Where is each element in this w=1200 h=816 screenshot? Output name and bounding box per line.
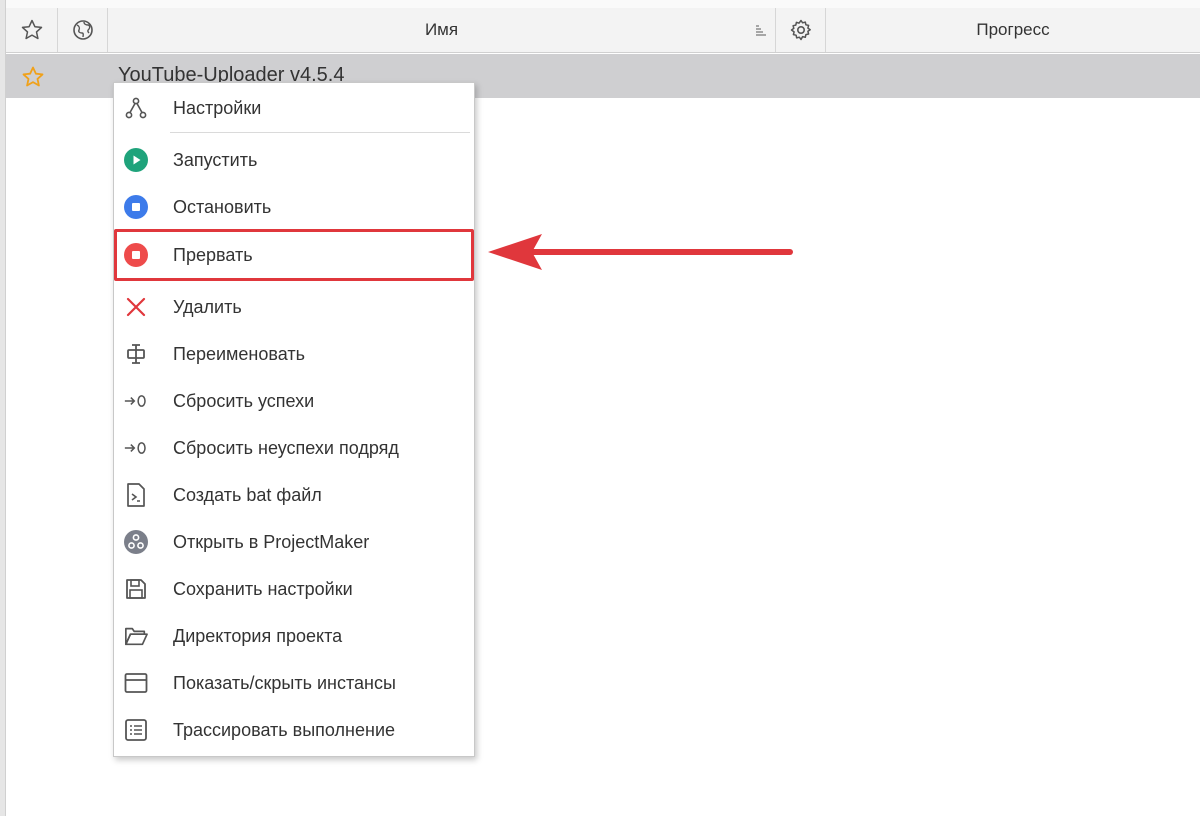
menu-item-rename[interactable]: Переименовать <box>114 332 474 376</box>
menu-item-label: Сохранить настройки <box>173 579 353 599</box>
stop-icon <box>124 195 148 219</box>
sort-icon <box>755 24 767 36</box>
menu-item-project-directory[interactable]: Директория проекта <box>114 614 474 658</box>
window-left-border <box>0 0 6 816</box>
menu-item-label: Открыть в ProjectMaker <box>173 532 370 552</box>
menu-item-label: Сбросить неуспехи подряд <box>173 438 399 458</box>
window-icon <box>124 671 148 695</box>
column-header-status[interactable] <box>58 8 108 52</box>
menu-item-label: Остановить <box>173 197 272 217</box>
menu-item-reset-successes[interactable]: Сбросить успехи <box>114 379 474 423</box>
menu-separator <box>170 132 470 133</box>
reset-icon <box>124 389 148 413</box>
tree-icon <box>124 96 148 120</box>
reset-icon <box>124 436 148 460</box>
column-name-label: Имя <box>424 20 459 39</box>
column-header-favorite[interactable] <box>6 8 58 52</box>
menu-item-label: Показать/скрыть инстансы <box>173 673 396 693</box>
menu-item-label: Сбросить успехи <box>173 391 315 411</box>
menu-item-start[interactable]: Запустить <box>114 138 474 182</box>
menu-item-stop[interactable]: Остановить <box>114 185 474 229</box>
menu-item-delete[interactable]: Удалить <box>114 285 474 329</box>
play-icon <box>124 148 148 172</box>
menu-item-save-settings[interactable]: Сохранить настройки <box>114 567 474 611</box>
menu-item-label: Переименовать <box>173 344 305 364</box>
annotation-arrow <box>488 234 793 270</box>
menu-item-toggle-instances[interactable]: Показать/скрыть инстансы <box>114 661 474 705</box>
menu-item-create-bat[interactable]: Создать bat файл <box>114 473 474 517</box>
menu-item-label: Трассировать выполнение <box>173 720 396 740</box>
menu-item-reset-failures[interactable]: Сбросить неуспехи подряд <box>114 426 474 470</box>
table-header: Имя Прогресс <box>6 8 1200 53</box>
menu-item-label: Директория проекта <box>173 626 343 646</box>
column-header-name[interactable]: Имя <box>108 8 776 52</box>
highlight-frame <box>114 229 474 281</box>
column-header-progress[interactable]: Прогресс <box>826 8 1200 52</box>
menu-item-label: Запустить <box>173 150 258 170</box>
folder-icon <box>124 624 148 648</box>
close-icon <box>124 295 148 319</box>
globe-icon <box>71 18 95 42</box>
gear-icon <box>789 18 813 42</box>
rename-icon <box>124 342 148 366</box>
menu-item-label: Создать bat файл <box>173 485 322 505</box>
context-menu: Настройки Запустить Остановить Прервать … <box>113 82 475 757</box>
menu-item-trace-execution[interactable]: Трассировать выполнение <box>114 708 474 752</box>
save-icon <box>124 577 148 601</box>
column-progress-label: Прогресс <box>976 20 1050 39</box>
menu-item-label: Удалить <box>173 297 242 317</box>
projectmaker-icon <box>124 530 148 554</box>
list-icon <box>124 718 148 742</box>
column-header-settings[interactable] <box>776 8 826 52</box>
menu-item-settings[interactable]: Настройки <box>114 86 474 130</box>
star-icon[interactable] <box>21 65 45 94</box>
terminal-file-icon <box>124 483 148 507</box>
star-icon <box>20 18 44 42</box>
menu-item-open-projectmaker[interactable]: Открыть в ProjectMaker <box>114 520 474 564</box>
menu-item-label: Настройки <box>173 98 262 118</box>
